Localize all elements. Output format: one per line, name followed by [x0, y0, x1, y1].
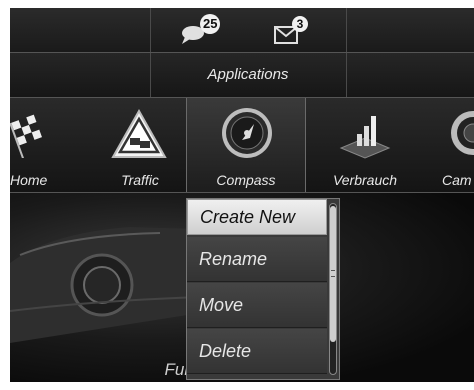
app-tile-verbrauch[interactable]: Verbrauch: [310, 98, 420, 192]
app-label-traffic: Traffic: [121, 172, 159, 188]
context-menu: Create New Rename Move Delete: [186, 198, 340, 380]
head-unit-screen: 25 3 Applications Home Traffic Compass V…: [10, 8, 474, 382]
mail-indicator[interactable]: 3: [272, 8, 322, 52]
menu-scrollbar[interactable]: [329, 203, 337, 375]
traffic-warning-icon: [111, 108, 167, 158]
scrollbar-grip: [331, 270, 335, 277]
divider: [346, 8, 347, 52]
page-title: Applications: [207, 66, 289, 83]
consumption-chart-icon: [339, 116, 391, 159]
app-tile-home[interactable]: Home: [10, 98, 80, 192]
menu-item-create-new[interactable]: Create New: [187, 199, 327, 235]
menu-item-delete[interactable]: Delete: [187, 329, 327, 374]
status-bar: 25 3: [10, 8, 474, 53]
app-label-camera: Cam: [442, 172, 472, 188]
compass-icon: [222, 108, 272, 158]
app-label-compass: Compass: [216, 172, 276, 188]
mail-count-badge: 3: [292, 16, 308, 32]
messages-indicator[interactable]: 25: [178, 8, 228, 52]
camera-icon: [451, 111, 474, 155]
divider: [346, 53, 347, 97]
app-tile-traffic[interactable]: Traffic: [90, 98, 190, 192]
title-bar: Applications: [10, 53, 474, 98]
menu-item-rename[interactable]: Rename: [187, 237, 327, 282]
app-label-home: Home: [10, 172, 48, 188]
checkered-flag-icon: [10, 114, 42, 158]
app-tile-camera[interactable]: Cam: [426, 98, 474, 192]
scrollbar-thumb[interactable]: [330, 206, 336, 342]
app-tile-compass[interactable]: Compass: [186, 98, 306, 192]
menu-item-move[interactable]: Move: [187, 283, 327, 328]
divider: [150, 8, 151, 52]
messages-count-badge: 25: [200, 14, 221, 34]
app-label-verbrauch: Verbrauch: [332, 172, 398, 188]
app-carousel: Home Traffic Compass Verbrauch Cam: [10, 98, 474, 193]
